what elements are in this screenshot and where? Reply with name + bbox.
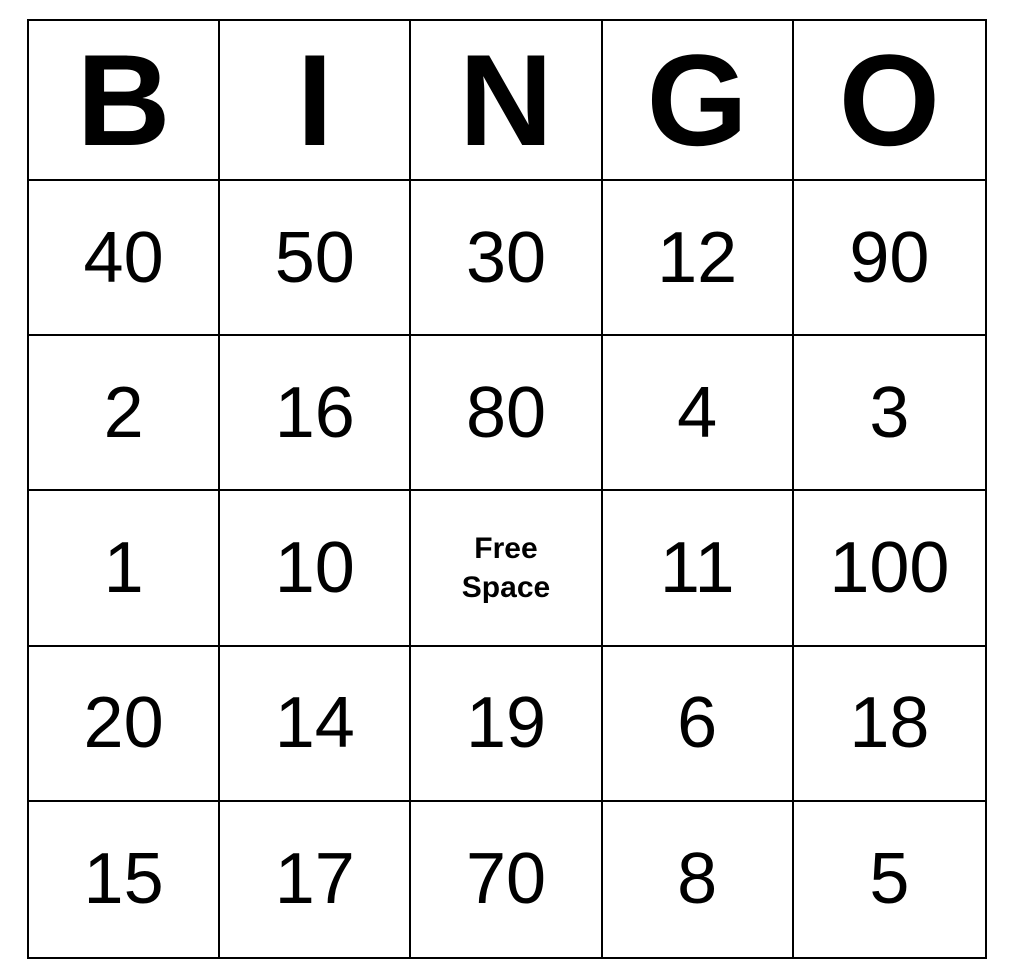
grid-cell-r4-c2: 70 bbox=[411, 802, 602, 957]
header-letter-i: I bbox=[220, 21, 411, 179]
grid-cell-r2-c4: 100 bbox=[794, 491, 985, 646]
grid-cell-r4-c3: 8 bbox=[603, 802, 794, 957]
header-letter-o: O bbox=[794, 21, 985, 179]
grid-cell-r0-c1: 50 bbox=[220, 181, 411, 336]
bingo-header: BINGO bbox=[29, 21, 985, 181]
grid-cell-r3-c0: 20 bbox=[29, 647, 220, 802]
grid-cell-r0-c4: 90 bbox=[794, 181, 985, 336]
grid-cell-r1-c3: 4 bbox=[603, 336, 794, 491]
grid-cell-r0-c0: 40 bbox=[29, 181, 220, 336]
grid-cell-r3-c3: 6 bbox=[603, 647, 794, 802]
header-letter-b: B bbox=[29, 21, 220, 179]
bingo-card: BINGO 4050301290 2168043 110FreeSpace11100… bbox=[27, 19, 987, 959]
grid-cell-r3-c2: 19 bbox=[411, 647, 602, 802]
grid-cell-r4-c4: 5 bbox=[794, 802, 985, 957]
grid-cell-r1-c0: 2 bbox=[29, 336, 220, 491]
bingo-grid: 4050301290 2168043 110FreeSpace11100 201419… bbox=[29, 181, 985, 957]
grid-cell-r2-c1: 10 bbox=[220, 491, 411, 646]
free-space-cell: FreeSpace bbox=[411, 491, 602, 646]
grid-cell-r2-c0: 1 bbox=[29, 491, 220, 646]
grid-cell-r1-c4: 3 bbox=[794, 336, 985, 491]
grid-cell-r0-c2: 30 bbox=[411, 181, 602, 336]
grid-cell-r1-c1: 16 bbox=[220, 336, 411, 491]
header-letter-g: G bbox=[603, 21, 794, 179]
grid-cell-r4-c0: 15 bbox=[29, 802, 220, 957]
grid-cell-r3-c4: 18 bbox=[794, 647, 985, 802]
grid-cell-r0-c3: 12 bbox=[603, 181, 794, 336]
grid-cell-r2-c3: 11 bbox=[603, 491, 794, 646]
header-letter-n: N bbox=[411, 21, 602, 179]
grid-cell-r4-c1: 17 bbox=[220, 802, 411, 957]
grid-cell-r3-c1: 14 bbox=[220, 647, 411, 802]
grid-cell-r1-c2: 80 bbox=[411, 336, 602, 491]
